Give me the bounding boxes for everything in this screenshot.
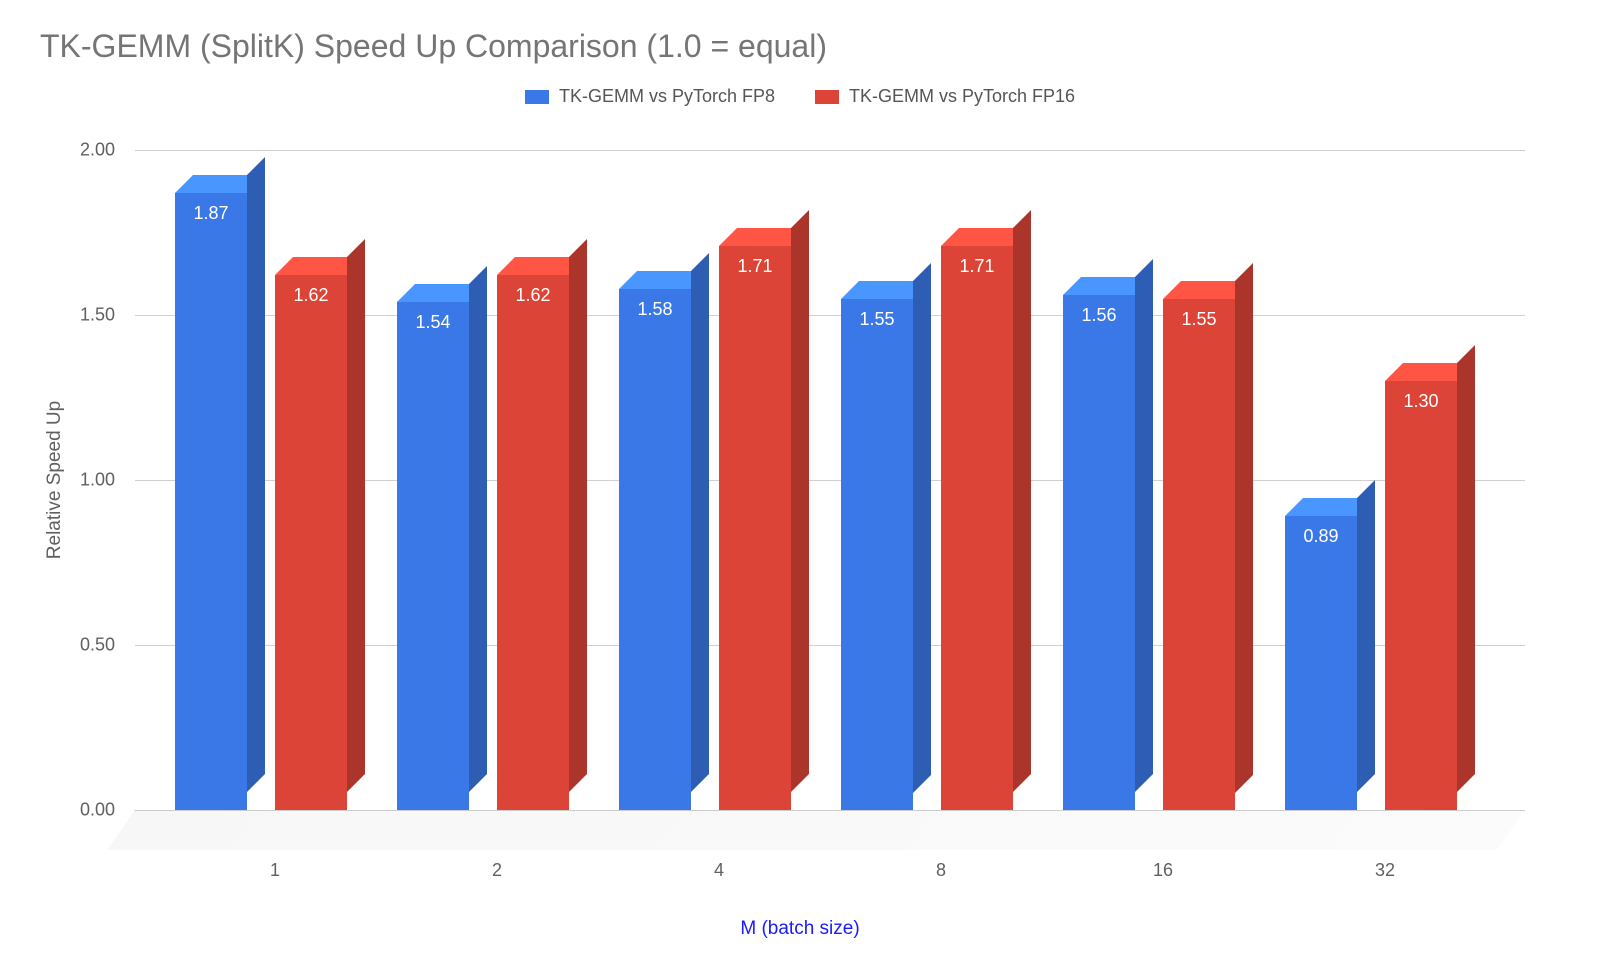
legend-swatch-fp16 xyxy=(815,90,839,104)
legend-item-fp8: TK-GEMM vs PyTorch FP8 xyxy=(525,86,775,107)
bar-side xyxy=(1013,210,1031,792)
bar-side xyxy=(247,157,265,792)
bar: 1.54 xyxy=(397,302,469,810)
legend-swatch-fp8 xyxy=(525,90,549,104)
bar-front xyxy=(397,302,469,810)
chart-title: TK-GEMM (SplitK) Speed Up Comparison (1.… xyxy=(40,28,827,65)
bar-side xyxy=(569,239,587,792)
bar-side xyxy=(1135,259,1153,792)
bar-side xyxy=(913,263,931,793)
x-tick-label: 1 xyxy=(175,860,375,881)
legend-label-fp16: TK-GEMM vs PyTorch FP16 xyxy=(849,86,1075,107)
y-tick-label: 2.00 xyxy=(80,140,135,161)
bar: 1.62 xyxy=(275,275,347,810)
bar: 1.30 xyxy=(1385,381,1457,810)
x-tick-label: 16 xyxy=(1063,860,1263,881)
bar-front xyxy=(497,275,569,810)
bar: 1.55 xyxy=(1163,299,1235,811)
bar: 1.62 xyxy=(497,275,569,810)
bar: 1.55 xyxy=(841,299,913,811)
bar-group: 1.551.718 xyxy=(841,150,1041,810)
bar-value-label: 1.71 xyxy=(941,256,1013,277)
bar-front xyxy=(841,299,913,811)
bar-side xyxy=(1457,345,1475,792)
bar-front xyxy=(941,246,1013,810)
legend: TK-GEMM vs PyTorch FP8 TK-GEMM vs PyTorc… xyxy=(0,86,1600,107)
bar-side xyxy=(1235,263,1253,793)
x-tick-label: 4 xyxy=(619,860,819,881)
bar-front xyxy=(619,289,691,810)
legend-label-fp8: TK-GEMM vs PyTorch FP8 xyxy=(559,86,775,107)
bar-side xyxy=(791,210,809,792)
bar-value-label: 1.58 xyxy=(619,299,691,320)
x-tick-label: 32 xyxy=(1285,860,1485,881)
bar: 1.71 xyxy=(719,246,791,810)
bar-value-label: 1.56 xyxy=(1063,305,1135,326)
legend-item-fp16: TK-GEMM vs PyTorch FP16 xyxy=(815,86,1075,107)
bar: 1.56 xyxy=(1063,295,1135,810)
plot-area: 0.000.501.001.502.001.871.6211.541.6221.… xyxy=(135,150,1525,810)
y-tick-label: 1.50 xyxy=(80,305,135,326)
bar: 1.58 xyxy=(619,289,691,810)
bar-value-label: 1.62 xyxy=(497,285,569,306)
bar-value-label: 0.89 xyxy=(1285,526,1357,547)
bar-group: 1.561.5516 xyxy=(1063,150,1263,810)
bar: 1.71 xyxy=(941,246,1013,810)
x-tick-label: 2 xyxy=(397,860,597,881)
bar-value-label: 1.62 xyxy=(275,285,347,306)
bar-front xyxy=(719,246,791,810)
y-tick-label: 0.00 xyxy=(80,800,135,821)
bar-value-label: 1.87 xyxy=(175,203,247,224)
bar-value-label: 1.55 xyxy=(841,309,913,330)
bar-value-label: 1.55 xyxy=(1163,309,1235,330)
bar-value-label: 1.71 xyxy=(719,256,791,277)
bar-group: 1.541.622 xyxy=(397,150,597,810)
x-tick-label: 8 xyxy=(841,860,1041,881)
bar-front xyxy=(275,275,347,810)
bar: 1.87 xyxy=(175,193,247,810)
bar-side xyxy=(1357,480,1375,792)
y-tick-label: 1.00 xyxy=(80,470,135,491)
bar-side xyxy=(347,239,365,792)
plot-floor xyxy=(107,810,1525,850)
bar-front xyxy=(1385,381,1457,810)
bar-front xyxy=(175,193,247,810)
bar-front xyxy=(1063,295,1135,810)
y-tick-label: 0.50 xyxy=(80,635,135,656)
bar-value-label: 1.54 xyxy=(397,312,469,333)
bar-front xyxy=(1285,516,1357,810)
bar-group: 0.891.3032 xyxy=(1285,150,1485,810)
bar-side xyxy=(691,253,709,792)
bar-group: 1.871.621 xyxy=(175,150,375,810)
bar: 0.89 xyxy=(1285,516,1357,810)
bar-front xyxy=(1163,299,1235,811)
bar-value-label: 1.30 xyxy=(1385,391,1457,412)
y-axis-label: Relative Speed Up xyxy=(44,401,66,559)
x-axis-label: M (batch size) xyxy=(0,918,1600,940)
bar-group: 1.581.714 xyxy=(619,150,819,810)
bar-side xyxy=(469,266,487,792)
